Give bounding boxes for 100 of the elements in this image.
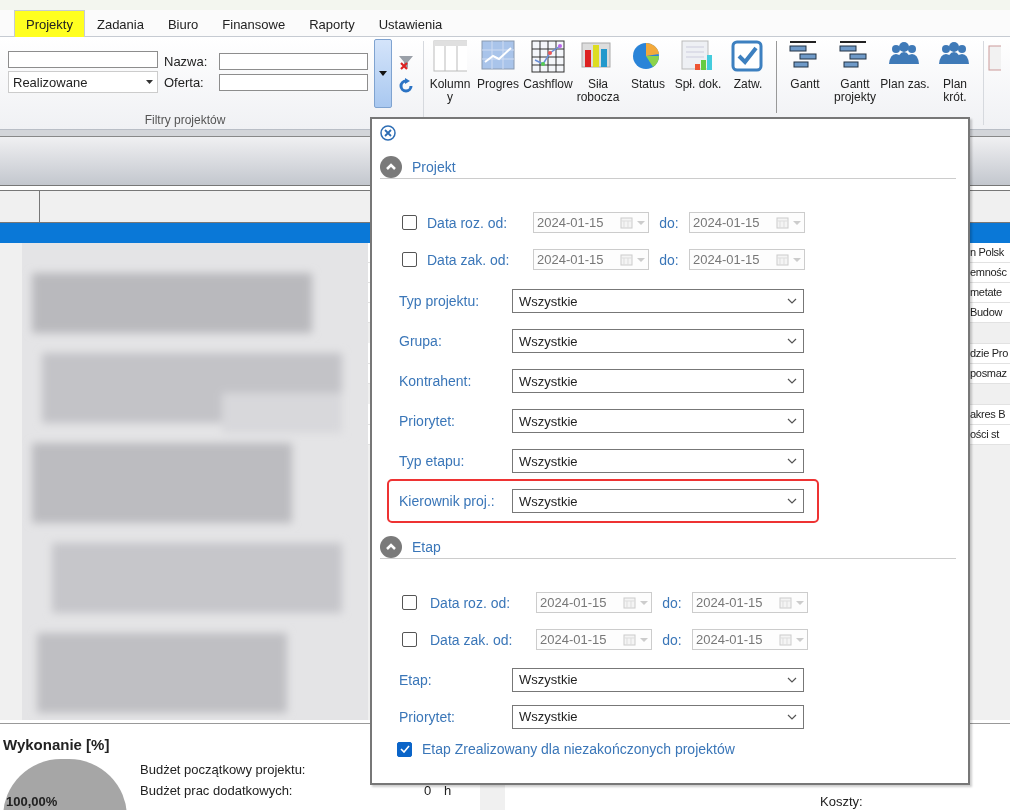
field-label: Typ projektu: bbox=[399, 293, 481, 309]
caret-icon bbox=[379, 71, 387, 76]
table-cell-text: n Polsk bbox=[970, 245, 1005, 260]
field-label: Data roz. od: bbox=[430, 594, 512, 611]
field-label: do: bbox=[661, 594, 683, 611]
calendar-icon bbox=[779, 632, 805, 647]
budget-value: 0 bbox=[424, 783, 433, 800]
field-label: Data zak. od: bbox=[427, 251, 511, 268]
field-label: do: bbox=[661, 631, 683, 648]
chevron-down-icon bbox=[787, 298, 797, 304]
checkbox[interactable] bbox=[397, 741, 412, 757]
spreadsheet-icon bbox=[681, 40, 715, 73]
tab[interactable]: Projekty bbox=[14, 10, 85, 37]
chevron-down-icon bbox=[787, 498, 797, 504]
table-cell-text: ości st bbox=[970, 427, 1001, 442]
dropdown[interactable]: Wszystkie bbox=[512, 289, 804, 313]
field-label: Data roz. od: bbox=[427, 214, 509, 231]
field-label: Etap: bbox=[399, 671, 433, 688]
calendar-icon bbox=[776, 215, 802, 230]
status-dropdown[interactable]: Realizowane bbox=[8, 71, 158, 93]
unit-label: h bbox=[444, 783, 452, 800]
ribbon-button[interactable]: Plan zas. bbox=[880, 37, 930, 129]
date-field[interactable]: 2024-01-15 bbox=[536, 592, 652, 613]
costs-label: Koszty: bbox=[820, 794, 863, 809]
group-label: Filtry projektów bbox=[143, 113, 227, 127]
dropdown[interactable]: Wszystkie bbox=[512, 489, 804, 513]
calendar-icon bbox=[623, 632, 649, 647]
tab[interactable]: Finansowe bbox=[210, 10, 298, 37]
section-title: Projekt bbox=[412, 158, 456, 175]
line-chart-icon bbox=[531, 40, 565, 73]
calendar-icon bbox=[620, 215, 646, 230]
tab[interactable]: Raporty bbox=[297, 10, 367, 37]
dropdown[interactable]: Wszystkie bbox=[512, 704, 804, 729]
table-cell-text: posmaz bbox=[970, 366, 1008, 381]
ribbon-button[interactable]: Progres bbox=[473, 37, 523, 129]
date-field[interactable]: 2024-01-15 bbox=[536, 629, 652, 650]
filter-clear-icon bbox=[398, 54, 414, 70]
ribbon-button[interactable]: Zatw. bbox=[723, 37, 773, 129]
chevron-down-icon bbox=[787, 378, 797, 384]
field-label: Priorytet: bbox=[399, 413, 456, 429]
ribbon-button[interactable]: Gantt projekty bbox=[830, 37, 880, 129]
budget-label: Budżet prac dodatkowych: bbox=[140, 783, 294, 800]
field-label: do: bbox=[658, 214, 680, 231]
dropdown[interactable]: Wszystkie bbox=[512, 449, 804, 473]
ribbon-button[interactable]: Kolumny bbox=[427, 37, 473, 129]
dropdown[interactable]: Wszystkie bbox=[512, 409, 804, 433]
option-label: Etap Zrealizowany dla niezakończonych projektów bbox=[422, 741, 735, 757]
chevron-down-icon bbox=[787, 713, 797, 720]
chevron-down-icon bbox=[787, 458, 797, 464]
field-label: Nazwa: bbox=[164, 53, 209, 70]
ribbon-button[interactable]: Spł. dok. bbox=[673, 37, 723, 129]
chevron-down-icon bbox=[787, 338, 797, 344]
date-field[interactable]: 2024-01-15 bbox=[689, 249, 805, 270]
ribbon-button[interactable]: Gantt bbox=[780, 37, 830, 129]
field-label: Data zak. od: bbox=[430, 631, 514, 648]
section-title: Wykonanie [%] bbox=[3, 736, 111, 753]
ribbon-button[interactable]: Siła robocza bbox=[573, 37, 623, 129]
table-cell-text: Budow bbox=[970, 305, 1004, 320]
dropdown[interactable]: Wszystkie bbox=[512, 329, 804, 353]
calendar-icon bbox=[620, 252, 646, 267]
caret-icon bbox=[146, 80, 153, 84]
chevron-down-icon bbox=[787, 418, 797, 424]
ribbon-button[interactable]: Plan krót. bbox=[930, 37, 980, 129]
date-field[interactable]: 2024-01-15 bbox=[689, 212, 805, 233]
field-label: Priorytet: bbox=[399, 708, 456, 725]
table-cell-text: emnośc bbox=[970, 265, 1008, 280]
field-label: Typ etapu: bbox=[399, 453, 466, 469]
field-label: Kierownik proj.: bbox=[399, 493, 496, 509]
input-field[interactable] bbox=[219, 74, 368, 91]
checkbox[interactable] bbox=[402, 252, 417, 267]
field-label: Kontrahent: bbox=[399, 373, 473, 389]
dropdown[interactable]: Wszystkie bbox=[512, 667, 804, 692]
close-icon bbox=[380, 125, 396, 141]
line-chart-icon bbox=[481, 40, 515, 73]
chevron-down-icon bbox=[787, 676, 797, 683]
collapse-icon[interactable] bbox=[380, 155, 402, 178]
tab[interactable]: Ustawienia bbox=[366, 10, 455, 37]
checkbox[interactable] bbox=[402, 632, 417, 647]
checkbox-icon bbox=[731, 40, 765, 73]
field-label: do: bbox=[658, 251, 680, 268]
checkbox[interactable] bbox=[402, 595, 417, 610]
date-field[interactable]: 2024-01-15 bbox=[692, 592, 808, 613]
checkbox[interactable] bbox=[402, 215, 417, 230]
collapse-icon[interactable] bbox=[380, 535, 402, 558]
calendar-icon bbox=[623, 595, 649, 610]
date-field[interactable]: 2024-01-15 bbox=[533, 249, 649, 270]
ribbon-button[interactable]: Cashflow bbox=[523, 37, 573, 129]
input-field[interactable] bbox=[8, 51, 158, 68]
calendar-icon bbox=[779, 595, 805, 610]
dropdown[interactable]: Wszystkie bbox=[512, 369, 804, 393]
tab[interactable]: Biuro bbox=[155, 10, 211, 37]
tab[interactable]: Zadania bbox=[84, 10, 156, 37]
percentage-label: 100,00% bbox=[5, 794, 58, 809]
input-field[interactable] bbox=[219, 53, 368, 70]
date-field[interactable]: 2024-01-15 bbox=[692, 629, 808, 650]
ribbon-button[interactable]: Status bbox=[623, 37, 673, 129]
field-label: Oferta: bbox=[164, 74, 205, 91]
date-field[interactable]: 2024-01-15 bbox=[533, 212, 649, 233]
refresh-icon bbox=[398, 78, 414, 94]
field-label: Grupa: bbox=[399, 333, 443, 349]
